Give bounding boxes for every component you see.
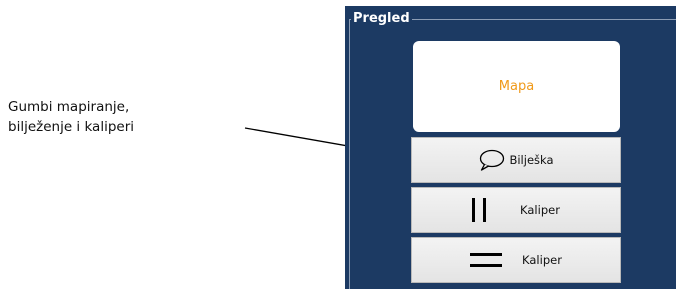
map-button-label: Mapa <box>498 79 535 94</box>
note-button[interactable]: Bilješka <box>411 137 621 183</box>
note-button-label: Bilješka <box>509 153 554 167</box>
horizontal-caliper-icon <box>470 253 503 267</box>
vertical-caliper-button[interactable]: Kaliper <box>411 187 621 233</box>
callout-line-1: Gumbi mapiranje, <box>8 99 130 115</box>
horizontal-caliper-button[interactable]: Kaliper <box>411 237 621 283</box>
vertical-caliper-icon <box>472 198 487 222</box>
map-button[interactable]: Mapa <box>413 41 620 132</box>
callout-annotation: Gumbi mapiranje, bilježenje i kaliperi <box>8 97 134 137</box>
horizontal-caliper-label: Kaliper <box>522 253 562 267</box>
speech-bubble-icon <box>478 149 506 171</box>
panel-title: Pregled <box>351 11 412 27</box>
callout-line-2: bilježenje i kaliperi <box>8 119 134 135</box>
vertical-caliper-label: Kaliper <box>520 203 560 217</box>
overview-panel: Pregled Mapa Bilješka Kaliper Kaliper <box>345 6 676 289</box>
